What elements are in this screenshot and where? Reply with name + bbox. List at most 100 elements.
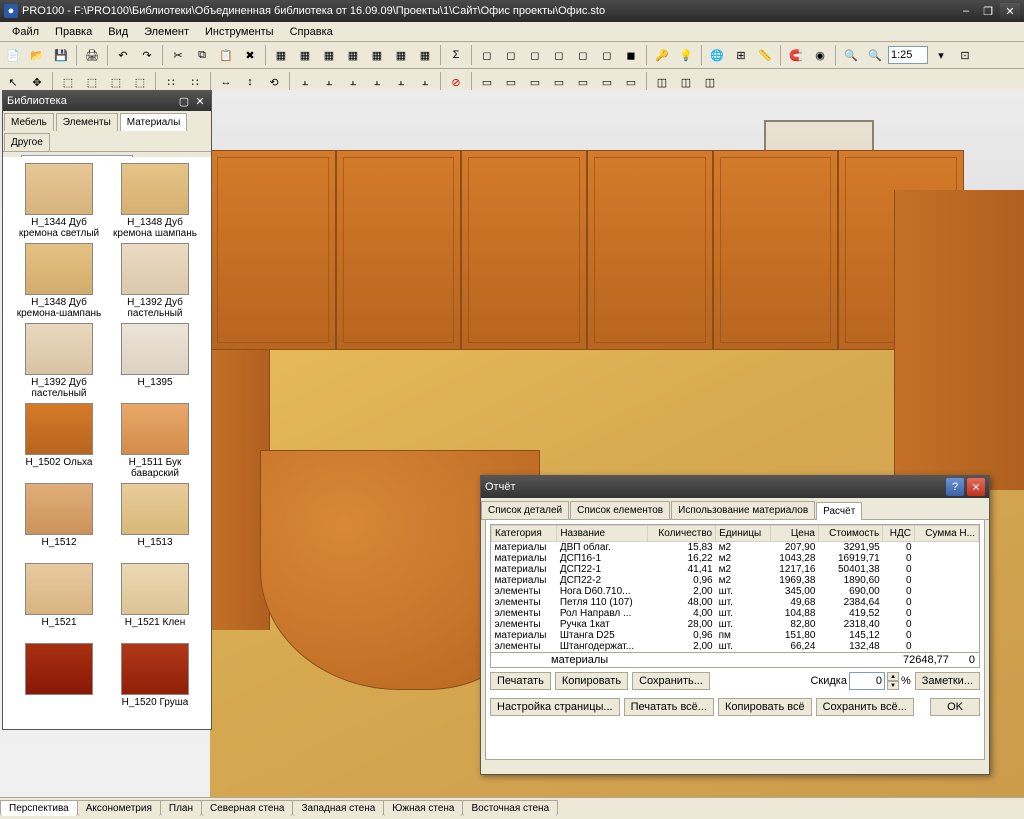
globe-icon[interactable]: 🌐 xyxy=(706,44,728,66)
tab-other[interactable]: Другое xyxy=(4,133,50,151)
material-item[interactable]: Н_1520 Груша xyxy=(109,643,201,719)
save-all-button[interactable]: Сохранить всё... xyxy=(816,698,914,716)
ok-button[interactable]: OK xyxy=(930,698,980,716)
tab-west-wall[interactable]: Западная стена xyxy=(292,800,384,816)
box-4-icon[interactable]: ◻ xyxy=(548,44,570,66)
copy-icon[interactable]: ⧉ xyxy=(191,44,213,66)
report-table[interactable]: Категория Название Количество Единицы Це… xyxy=(490,524,980,653)
report-close-icon[interactable]: ✕ xyxy=(967,478,985,496)
col-name[interactable]: Название xyxy=(557,526,647,542)
table-row[interactable]: материалыДСП22-20,96м21969,381890,600 xyxy=(492,575,979,586)
cabinet-model[interactable] xyxy=(461,150,587,350)
table-row[interactable]: элементыНога D60.710...2,00шт.345,00690,… xyxy=(492,586,979,597)
undo-icon[interactable]: ↶ xyxy=(112,44,134,66)
col-unit[interactable]: Единицы xyxy=(716,526,771,542)
discount-down-icon[interactable]: ▼ xyxy=(887,681,899,690)
circle-icon[interactable]: ◉ xyxy=(809,44,831,66)
key-icon[interactable]: 🔑 xyxy=(651,44,673,66)
delete-icon[interactable]: ✖ xyxy=(239,44,261,66)
sigma-icon[interactable]: Σ xyxy=(445,44,467,66)
col-qty[interactable]: Количество xyxy=(647,526,715,542)
material-item[interactable]: Н_1392 Дуб пастельный xyxy=(13,323,105,399)
cabinet-model[interactable] xyxy=(210,150,336,350)
library-min-icon[interactable]: ▢ xyxy=(177,94,191,108)
tab-calculation[interactable]: Расчёт xyxy=(816,502,862,520)
menu-tools[interactable]: Инструменты xyxy=(197,24,282,40)
material-item[interactable] xyxy=(13,643,105,719)
material-item[interactable]: Н_1502 Ольха xyxy=(13,403,105,479)
library-title-bar[interactable]: Библиотека ▢ ✕ xyxy=(3,91,211,111)
box-6-icon[interactable]: ◻ xyxy=(596,44,618,66)
new-icon[interactable]: 📄 xyxy=(2,44,24,66)
tab-perspective[interactable]: Перспектива xyxy=(0,800,78,816)
print-button[interactable]: Печатать xyxy=(490,672,551,690)
material-item[interactable]: Н_1348 Дуб кремона шампань xyxy=(109,163,201,239)
col-category[interactable]: Категория xyxy=(492,526,557,542)
save-button[interactable]: Сохранить... xyxy=(632,672,710,690)
page-setup-button[interactable]: Настройка страницы... xyxy=(490,698,620,716)
material-item[interactable]: Н_1395 xyxy=(109,323,201,399)
col-price[interactable]: Цена xyxy=(771,526,818,542)
fit-icon[interactable]: ⊡ xyxy=(954,44,976,66)
copy-all-button[interactable]: Копировать всё xyxy=(718,698,812,716)
table-row[interactable]: материалыДВП облаг.15,83м2207,903291,950 xyxy=(492,542,979,554)
material-item[interactable]: Н_1348 Дуб кремона-шампань xyxy=(13,243,105,319)
report-title-bar[interactable]: Отчёт ? ✕ xyxy=(481,476,989,498)
material-item[interactable]: Н_1521 Клен xyxy=(109,563,201,639)
zoom-input[interactable] xyxy=(888,46,928,64)
paste-icon[interactable]: 📋 xyxy=(215,44,237,66)
tab-elements-list[interactable]: Список елементов xyxy=(570,501,670,519)
material-item[interactable]: Н_1344 Дуб кремона светлый xyxy=(13,163,105,239)
box-2-icon[interactable]: ◻ xyxy=(500,44,522,66)
menu-file[interactable]: Файл xyxy=(4,24,47,40)
copy-button[interactable]: Копировать xyxy=(555,672,628,690)
maximize-button[interactable]: ❐ xyxy=(978,3,998,19)
cabinet-model[interactable] xyxy=(713,150,839,350)
view-5-icon[interactable]: ▦ xyxy=(366,44,388,66)
redo-icon[interactable]: ↷ xyxy=(136,44,158,66)
view-3-icon[interactable]: ▦ xyxy=(318,44,340,66)
cabinet-model[interactable] xyxy=(336,150,462,350)
tab-furniture[interactable]: Мебель xyxy=(4,113,54,131)
material-item[interactable]: Н_1521 xyxy=(13,563,105,639)
table-row[interactable]: элементыПетля 110 (107)48,00шт.49,682384… xyxy=(492,597,979,608)
cabinet-model[interactable] xyxy=(587,150,713,350)
save-icon[interactable]: 💾 xyxy=(50,44,72,66)
tab-parts-list[interactable]: Список деталей xyxy=(481,501,569,519)
cut-icon[interactable]: ✂ xyxy=(167,44,189,66)
col-vat[interactable]: НДС xyxy=(883,526,915,542)
library-close-icon[interactable]: ✕ xyxy=(193,94,207,108)
view-4-icon[interactable]: ▦ xyxy=(342,44,364,66)
table-row[interactable]: материалыДСП22-141,41м21217,1650401,380 xyxy=(492,564,979,575)
tab-south-wall[interactable]: Южная стена xyxy=(383,800,463,816)
material-item[interactable]: Н_1512 xyxy=(13,483,105,559)
library-scroll[interactable]: Н_1344 Дуб кремона светлыйН_1348 Дуб кре… xyxy=(3,157,211,729)
col-sum[interactable]: Сумма Н... xyxy=(915,526,979,542)
zoom-out-icon[interactable]: 🔍 xyxy=(864,44,886,66)
material-item[interactable]: Н_1392 Дуб пастельный xyxy=(109,243,201,319)
material-item[interactable]: Н_1513 xyxy=(109,483,201,559)
discount-up-icon[interactable]: ▲ xyxy=(887,672,899,681)
table-row[interactable]: материалыДСП16-116,22м21043,2816919,710 xyxy=(492,553,979,564)
tab-elements[interactable]: Элементы xyxy=(56,113,118,131)
box-5-icon[interactable]: ◻ xyxy=(572,44,594,66)
tab-east-wall[interactable]: Восточная стена xyxy=(462,800,558,816)
tab-axonometry[interactable]: Аксонометрия xyxy=(77,800,161,816)
table-row[interactable]: элементыРол Направл ...4,00шт.104,88419,… xyxy=(492,608,979,619)
minimize-button[interactable]: – xyxy=(956,3,976,19)
open-icon[interactable]: 📂 xyxy=(26,44,48,66)
box-7-icon[interactable]: ◼ xyxy=(620,44,642,66)
print-icon[interactable]: 🖨 xyxy=(81,44,103,66)
box-1-icon[interactable]: ◻ xyxy=(476,44,498,66)
box-3-icon[interactable]: ◻ xyxy=(524,44,546,66)
discount-input[interactable] xyxy=(849,672,885,690)
col-cost[interactable]: Стоимость xyxy=(818,526,882,542)
notes-button[interactable]: Заметки... xyxy=(915,672,980,690)
report-help-icon[interactable]: ? xyxy=(946,478,964,496)
right-cabinets[interactable] xyxy=(894,190,1024,490)
view-1-icon[interactable]: ▦ xyxy=(270,44,292,66)
menu-view[interactable]: Вид xyxy=(100,24,136,40)
grid-icon[interactable]: ⊞ xyxy=(730,44,752,66)
tab-plan[interactable]: План xyxy=(160,800,202,816)
menu-element[interactable]: Элемент xyxy=(136,24,197,40)
